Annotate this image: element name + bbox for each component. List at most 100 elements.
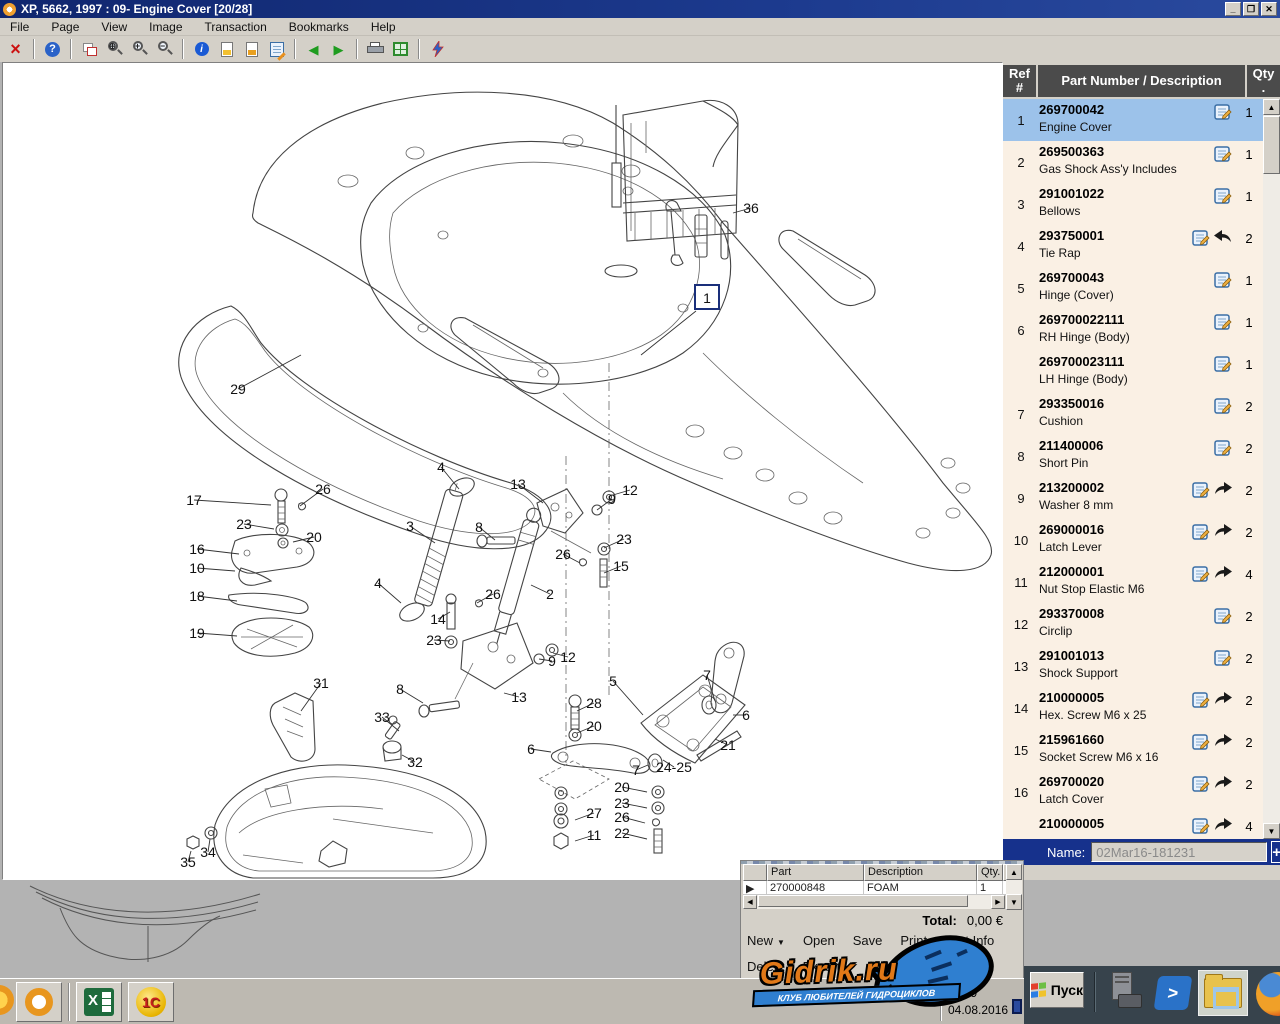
zoom-out-icon[interactable]: −: [153, 38, 176, 60]
part-row[interactable]: 2100000054: [1003, 813, 1263, 839]
help-icon[interactable]: ?: [41, 38, 64, 60]
menu-page[interactable]: Page: [51, 20, 79, 34]
close-button[interactable]: ✕: [1261, 2, 1277, 16]
part-info-button[interactable]: Part Info: [945, 933, 994, 948]
save-button[interactable]: Save: [853, 933, 883, 948]
flash-icon[interactable]: [426, 38, 449, 60]
note-edit-icon[interactable]: [1191, 775, 1211, 798]
note-edit-icon[interactable]: [1213, 103, 1233, 126]
note-edit-icon[interactable]: [1213, 439, 1233, 462]
close-x-icon[interactable]: ×: [4, 38, 27, 60]
toolbox-icon[interactable]: [1108, 972, 1144, 1012]
forward-arrow-icon[interactable]: [1213, 523, 1233, 543]
part-row[interactable]: 3291001022Bellows1: [1003, 183, 1263, 225]
zoom-in-icon[interactable]: +: [128, 38, 151, 60]
part-row[interactable]: 14210000005Hex. Screw M6 x 252: [1003, 687, 1263, 729]
part-row[interactable]: 15215961660Socket Screw M6 x 162: [1003, 729, 1263, 771]
part-row[interactable]: 6269700022111RH Hinge (Body)1: [1003, 309, 1263, 351]
scroll-right-icon[interactable]: ▶: [991, 895, 1005, 909]
taskbar-app-1c[interactable]: 1С: [128, 982, 174, 1022]
open-button[interactable]: Open: [803, 933, 835, 948]
scroll-thumb[interactable]: [1263, 116, 1280, 174]
doc-export-icon[interactable]: [215, 38, 238, 60]
note-edit-icon[interactable]: [1213, 313, 1233, 336]
display-tray-icon[interactable]: [1012, 999, 1022, 1014]
note-edit-icon[interactable]: [1213, 397, 1233, 420]
doc-import-icon[interactable]: [240, 38, 263, 60]
note-edit-icon[interactable]: [1191, 565, 1211, 588]
part-row[interactable]: 2269500363Gas Shock Ass'y Includes 2 - 4…: [1003, 141, 1263, 183]
note-edit-icon[interactable]: [1191, 817, 1211, 839]
note-edit-icon[interactable]: [1191, 691, 1211, 714]
part-row[interactable]: 1269700042Engine Cover1: [1003, 99, 1263, 141]
back-arrow-icon[interactable]: [1213, 229, 1233, 249]
taskbar-app-parts-catalog[interactable]: [16, 982, 62, 1022]
part-row[interactable]: 12293370008Circlip2: [1003, 603, 1263, 645]
add-button[interactable]: +: [1271, 841, 1280, 863]
scroll-down-icon[interactable]: ▼: [1263, 823, 1280, 839]
delete-button[interactable]: Delete: [747, 959, 785, 974]
folder-icon[interactable]: [1198, 970, 1248, 1016]
note-edit-icon[interactable]: [1213, 649, 1233, 672]
menu-transaction[interactable]: Transaction: [205, 20, 267, 34]
minimize-button[interactable]: _: [1225, 2, 1241, 16]
note-edit-icon[interactable]: [1213, 607, 1233, 630]
forward-arrow-icon[interactable]: [1213, 817, 1233, 837]
start-button[interactable]: Пуск: [1030, 972, 1084, 1008]
forward-arrow-icon[interactable]: [1213, 481, 1233, 501]
menu-bookmarks[interactable]: Bookmarks: [289, 20, 349, 34]
taskbar-app-excel[interactable]: [76, 982, 122, 1022]
diagram-canvas[interactable]: 3629172623201610181943138129232615242614…: [2, 62, 1003, 880]
scroll-up-icon[interactable]: ▲: [1263, 99, 1280, 115]
note-edit-icon[interactable]: [1191, 481, 1211, 504]
note-edit-icon[interactable]: [1213, 355, 1233, 378]
part-row[interactable]: 10269000016Latch Lever2: [1003, 519, 1263, 561]
forward-arrow-icon[interactable]: [1213, 691, 1233, 711]
note-edit-icon[interactable]: [1213, 145, 1233, 168]
order-hscrollbar[interactable]: ◀ ▶: [743, 895, 1005, 909]
forward-arrow-icon[interactable]: [1213, 565, 1233, 585]
export-button[interactable]: Export▼: [803, 959, 853, 974]
menu-view[interactable]: View: [101, 20, 127, 34]
info-icon[interactable]: i: [190, 38, 213, 60]
firefox-icon[interactable]: [1256, 972, 1280, 1016]
parts-scrollbar[interactable]: ▲ ▼: [1263, 99, 1280, 839]
note-edit-icon[interactable]: [1191, 733, 1211, 756]
part-row[interactable]: 9213200002Washer 8 mm2: [1003, 477, 1263, 519]
part-row[interactable]: 5269700043Hinge (Cover)1: [1003, 267, 1263, 309]
part-row[interactable]: 11212000001Nut Stop Elastic M64: [1003, 561, 1263, 603]
scroll-left-icon[interactable]: ◀: [743, 895, 757, 909]
zoom-select-icon[interactable]: ⊕: [103, 38, 126, 60]
note-edit-icon[interactable]: [265, 38, 288, 60]
hscroll-thumb[interactable]: [758, 895, 968, 907]
part-row[interactable]: 13291001013Shock Support2: [1003, 645, 1263, 687]
restore-button[interactable]: ❐: [1243, 2, 1259, 16]
scroll-up-icon[interactable]: ▲: [1006, 864, 1022, 880]
note-edit-icon[interactable]: [1191, 229, 1211, 252]
scroll-down-icon[interactable]: ▼: [1006, 894, 1022, 910]
part-row[interactable]: 8211400006Short Pin2: [1003, 435, 1263, 477]
grid-icon[interactable]: [389, 38, 412, 60]
menu-image[interactable]: Image: [149, 20, 182, 34]
print-button[interactable]: Print: [900, 933, 927, 948]
menu-file[interactable]: File: [10, 20, 29, 34]
prev-page-icon[interactable]: ◀: [302, 38, 325, 60]
submit-button[interactable]: Submit: [870, 959, 910, 974]
print-icon[interactable]: [364, 38, 387, 60]
part-row[interactable]: 269700023111LH Hinge (Body)1: [1003, 351, 1263, 393]
forward-arrow-icon[interactable]: [1213, 775, 1233, 795]
note-edit-icon[interactable]: [1191, 523, 1211, 546]
part-row[interactable]: 7293350016Cushion2: [1003, 393, 1263, 435]
copy-pages-icon[interactable]: [78, 38, 101, 60]
part-row[interactable]: 4293750001Tie Rap2: [1003, 225, 1263, 267]
note-edit-icon[interactable]: [1213, 187, 1233, 210]
next-page-icon[interactable]: ▶: [327, 38, 350, 60]
menu-help[interactable]: Help: [371, 20, 396, 34]
forward-arrow-icon[interactable]: [1213, 733, 1233, 753]
new-button[interactable]: New▼: [747, 933, 785, 948]
name-input[interactable]: [1091, 842, 1267, 862]
order-vscrollbar[interactable]: ▲ ▼: [1006, 864, 1022, 910]
powershell-icon[interactable]: >: [1154, 976, 1193, 1010]
part-row[interactable]: 16269700020Latch Cover2: [1003, 771, 1263, 813]
note-edit-icon[interactable]: [1213, 271, 1233, 294]
